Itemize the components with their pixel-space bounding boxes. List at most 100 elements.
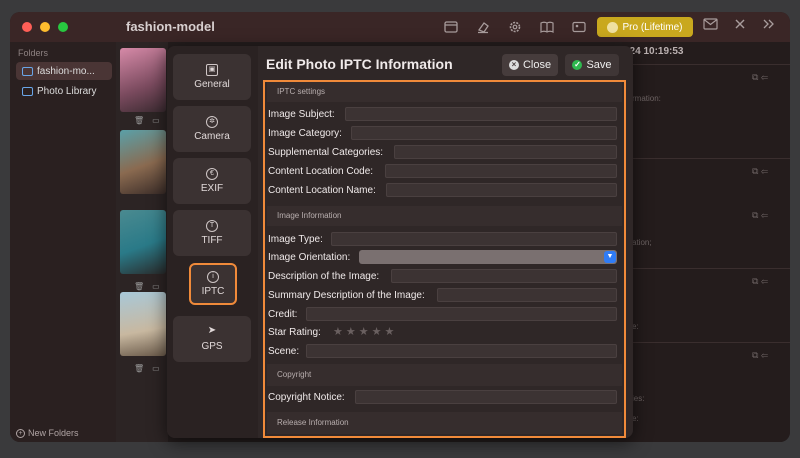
- section-release-information: Release Information: [267, 412, 622, 434]
- tab-tiff[interactable]: T TIFF: [173, 210, 251, 256]
- tab-camera[interactable]: ✲ Camera: [173, 106, 251, 152]
- edit-iptc-dialog: ▣ General ✲ Camera € EXIF T TIFF i IPTC …: [167, 46, 633, 438]
- close-window-button[interactable]: [22, 22, 32, 32]
- new-folders-button[interactable]: + New Folders: [16, 428, 79, 438]
- content-location-code-label: Content Location Code:: [268, 166, 374, 177]
- description-input[interactable]: [391, 269, 617, 283]
- thumbnail-controls: 🗑 ▭: [134, 116, 160, 125]
- section-image-information: Image Information: [267, 206, 622, 226]
- supplemental-categories-input[interactable]: [394, 145, 617, 159]
- background-text: ies:: [632, 394, 645, 403]
- tab-gps[interactable]: ➤ GPS: [173, 316, 251, 362]
- folder-icon: [22, 86, 33, 96]
- section-copyright: Copyright: [267, 364, 622, 386]
- folder-icon[interactable]: ▭: [152, 116, 160, 125]
- photo-thumbnail[interactable]: [120, 48, 166, 112]
- metadata-background-panel: rmation: ⧉ ⇐ ⧉ ⇐ ⧉ ⇐ ation; ⧉ ⇐ e: ⧉ ⇐ i…: [622, 42, 790, 442]
- image-orientation-select[interactable]: ▼: [359, 250, 617, 264]
- info-icon: i: [207, 271, 219, 283]
- minimize-window-button[interactable]: [40, 22, 50, 32]
- content-location-name-label: Content Location Name:: [268, 185, 376, 196]
- panel-icon[interactable]: [442, 18, 460, 36]
- chevron-double-right-icon[interactable]: [762, 18, 776, 33]
- background-text: rmation:: [632, 94, 661, 103]
- book-icon[interactable]: [538, 18, 556, 36]
- summary-description-label: Summary Description of the Image:: [268, 290, 425, 301]
- scene-label: Scene:: [268, 346, 300, 357]
- sidebar-item-fashion-model[interactable]: fashion-mo...: [16, 62, 112, 80]
- tab-iptc[interactable]: i IPTC: [189, 263, 237, 305]
- background-text: ation;: [632, 238, 652, 247]
- new-folders-label: New Folders: [28, 428, 79, 438]
- trash-icon[interactable]: 🗑: [134, 116, 144, 125]
- thumbnail-controls: 🗑 ▭: [134, 364, 160, 373]
- tab-exif[interactable]: € EXIF: [173, 158, 251, 204]
- sidebar-item-label: Photo Library: [37, 85, 97, 97]
- summary-description-input[interactable]: [437, 288, 617, 302]
- star-icon[interactable]: ★: [333, 325, 343, 338]
- tab-label: IPTC: [201, 286, 225, 297]
- close-label: Close: [522, 59, 552, 71]
- sidebar-item-photo-library[interactable]: Photo Library: [16, 82, 112, 100]
- tab-label: GPS: [201, 341, 223, 352]
- folder-icon[interactable]: ▭: [152, 282, 160, 291]
- photo-thumbnail[interactable]: [120, 130, 166, 194]
- photo-card-icon[interactable]: [570, 18, 588, 36]
- mail-icon[interactable]: [703, 18, 718, 33]
- location-arrow-icon: ➤: [207, 325, 217, 336]
- tab-label: Camera: [194, 131, 230, 142]
- image-category-label: Image Category:: [268, 128, 342, 139]
- close-icon: ×: [508, 60, 519, 70]
- star-rating-control[interactable]: ★ ★ ★ ★ ★: [333, 325, 394, 338]
- copyright-notice-input[interactable]: [355, 390, 617, 404]
- scene-input[interactable]: [306, 344, 617, 358]
- pro-lifetime-button[interactable]: Pro (Lifetime): [597, 17, 693, 37]
- image-category-input[interactable]: [351, 126, 617, 140]
- edit-icon: ⧉ ⇐: [752, 276, 769, 286]
- zoom-window-button[interactable]: [58, 22, 68, 32]
- description-label: Description of the Image:: [268, 271, 380, 282]
- content-location-name-input[interactable]: [386, 183, 617, 197]
- sidebar-item-label: fashion-mo...: [37, 65, 95, 77]
- star-icon[interactable]: ★: [359, 325, 369, 338]
- window-title: fashion-model: [126, 19, 215, 34]
- star-icon[interactable]: ★: [385, 325, 395, 338]
- background-text: e:: [632, 322, 639, 331]
- toolbar: [442, 18, 588, 36]
- star-icon[interactable]: ★: [372, 325, 382, 338]
- tab-general[interactable]: ▣ General: [173, 54, 251, 100]
- star-icon[interactable]: ★: [346, 325, 356, 338]
- credit-label: Credit:: [268, 309, 298, 320]
- trash-icon[interactable]: 🗑: [134, 364, 144, 373]
- image-type-label: Image Type:: [268, 234, 323, 245]
- section-iptc-settings: IPTC settings: [267, 82, 622, 102]
- photo-thumbnail[interactable]: [120, 210, 166, 274]
- close-x-icon[interactable]: [734, 18, 746, 33]
- image-subject-input[interactable]: [345, 107, 617, 121]
- title-bar: fashion-model Pro (Lifetime): [10, 12, 790, 42]
- trash-icon[interactable]: 🗑: [134, 282, 144, 291]
- close-button[interactable]: × Close: [502, 54, 558, 76]
- folder-icon[interactable]: ▭: [152, 364, 160, 373]
- folders-header: Folders: [18, 48, 49, 58]
- window-controls: [22, 22, 68, 32]
- credit-input[interactable]: [306, 307, 617, 321]
- image-type-input[interactable]: [331, 232, 617, 246]
- photo-thumbnail[interactable]: [120, 292, 166, 356]
- plus-icon: +: [16, 428, 25, 438]
- save-label: Save: [586, 59, 612, 71]
- edit-icon: ⧉ ⇐: [752, 350, 769, 360]
- save-button[interactable]: ✓ Save: [565, 54, 619, 76]
- tiff-icon: T: [206, 220, 218, 232]
- exif-icon: €: [206, 168, 218, 180]
- aperture-icon: ✲: [206, 116, 218, 128]
- content-location-code-input[interactable]: [385, 164, 617, 178]
- eraser-icon[interactable]: [474, 18, 492, 36]
- edit-icon: ⧉ ⇐: [752, 210, 769, 220]
- pro-label: Pro (Lifetime): [622, 21, 683, 33]
- chevron-down-icon: ▼: [604, 251, 616, 263]
- checkmark-icon: ✓: [572, 60, 583, 70]
- image-subject-label: Image Subject:: [268, 109, 335, 120]
- settings-gear-icon[interactable]: [506, 18, 524, 36]
- folders-sidebar: Folders fashion-mo... Photo Library + Ne…: [10, 42, 116, 442]
